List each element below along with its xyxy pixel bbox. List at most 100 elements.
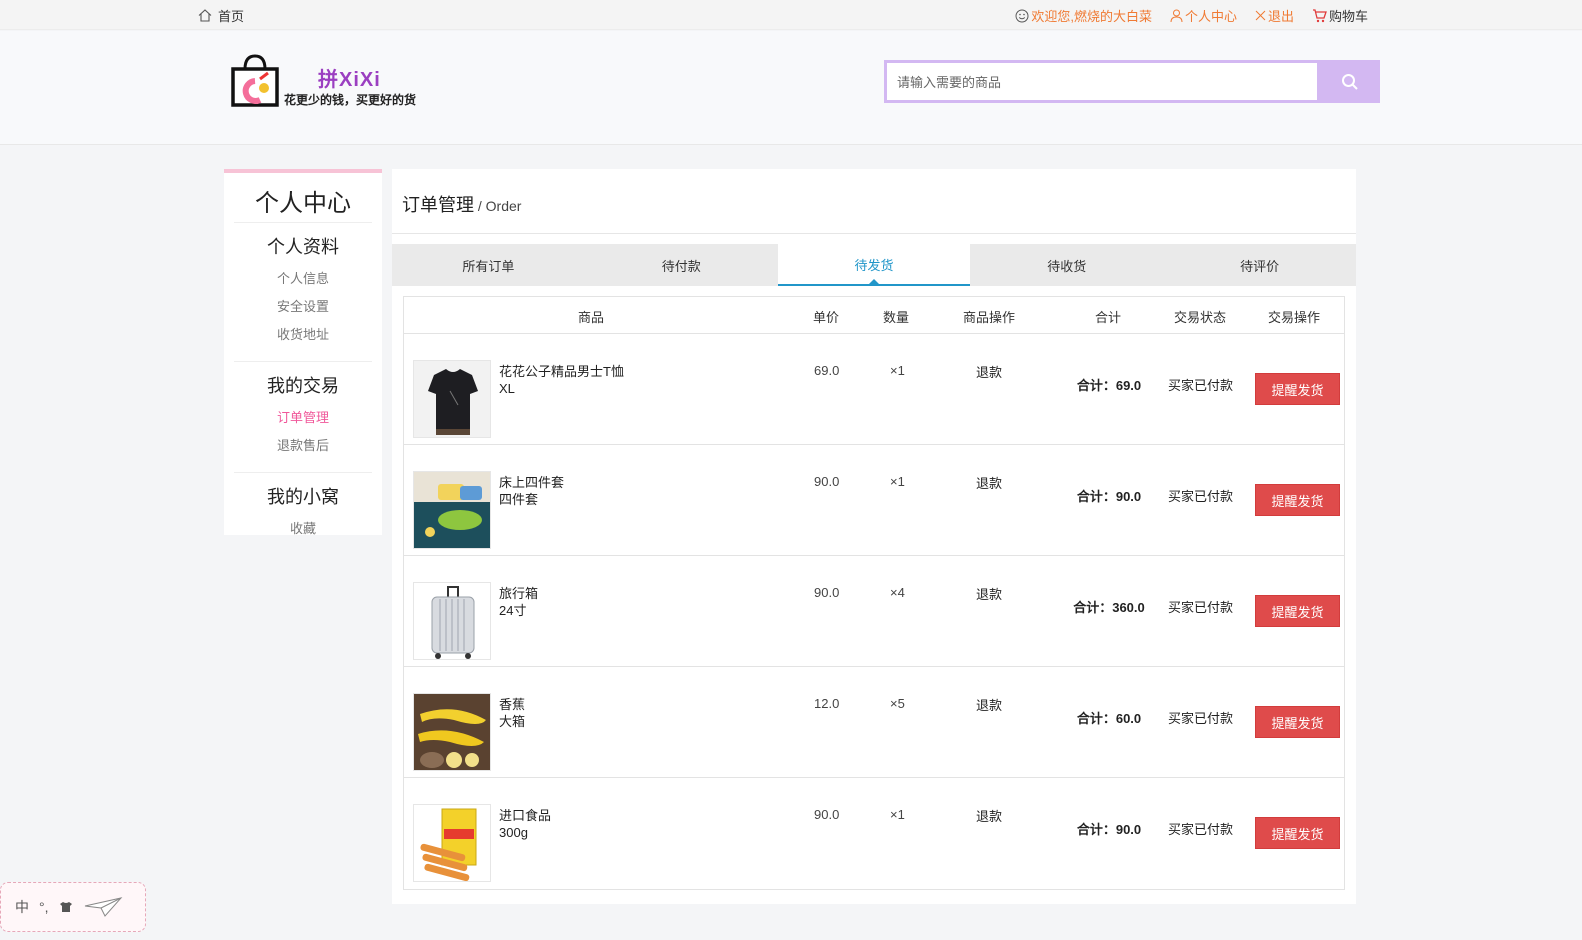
- order-status: 买家已付款: [1168, 378, 1234, 393]
- order-total: 合计：360.0: [1073, 600, 1145, 615]
- logout-link[interactable]: 退出: [1255, 6, 1294, 25]
- ime-mode[interactable]: 中: [15, 897, 29, 917]
- sidebar-item-orders[interactable]: 订单管理: [234, 404, 372, 432]
- order-status: 买家已付款: [1168, 489, 1234, 504]
- remind-shipment-button[interactable]: 提醒发货: [1255, 595, 1340, 627]
- ime-punct[interactable]: °,: [39, 899, 49, 915]
- sidebar-group-profile: 个人资料 个人信息 安全设置 收货地址: [234, 223, 372, 362]
- tab-label: 待发货: [854, 257, 894, 273]
- col-goods: 商品: [578, 310, 605, 325]
- quantity: ×4: [890, 585, 905, 600]
- remind-shipment-button[interactable]: 提醒发货: [1255, 817, 1340, 849]
- paper-plane-icon: [83, 894, 123, 920]
- sidebar-group-nest: 我的小窝 收藏: [234, 473, 372, 555]
- search-input[interactable]: 请输入需要的商品: [884, 60, 1320, 103]
- table-row: 香蕉 大箱 12.0 ×5 退款 合计：60.0 买家已付款 提醒发货: [404, 667, 1344, 778]
- tab-all-orders[interactable]: 所有订单: [392, 244, 585, 286]
- sidebar-item-refunds[interactable]: 退款售后: [234, 432, 372, 460]
- quantity: ×1: [890, 363, 905, 378]
- cart-label: 购物车: [1328, 9, 1368, 24]
- home-icon: [198, 9, 212, 22]
- page-title: 订单管理: [402, 195, 474, 215]
- unit-price: 90.0: [814, 585, 840, 600]
- site-header: 拼XiXi 花更少的钱，买更好的货 请输入需要的商品: [0, 31, 1582, 145]
- close-icon: [1255, 10, 1266, 21]
- product-name[interactable]: 旅行箱 24寸: [499, 585, 538, 619]
- sidebar-heading: 个人资料: [267, 237, 339, 257]
- col-unit-price: 单价: [813, 310, 840, 325]
- product-name[interactable]: 床上四件套 四件套: [499, 474, 564, 508]
- tab-pending-payment[interactable]: 待付款: [585, 244, 778, 286]
- order-tabs: 所有订单 待付款 待发货 待收货 待评价: [392, 244, 1356, 286]
- cart-link[interactable]: 购物车: [1312, 6, 1368, 25]
- remind-shipment-button[interactable]: 提醒发货: [1255, 706, 1340, 738]
- search-icon: [1341, 73, 1359, 91]
- main-panel: 订单管理 / Order 所有订单 待付款 待发货 待收货 待评价 商品 单价 …: [392, 169, 1356, 904]
- active-tab-caret-icon: [868, 279, 879, 284]
- order-total: 合计：90.0: [1076, 489, 1142, 504]
- refund-link[interactable]: 退款: [976, 473, 1002, 492]
- sidebar-item-favorites[interactable]: 收藏: [234, 515, 372, 543]
- orders-table: 商品 单价 数量 商品操作 合计 交易状态 交易操作 花花公子精品男士T恤 XL …: [403, 296, 1345, 890]
- product-thumbnail[interactable]: [413, 360, 491, 438]
- table-header: 商品 单价 数量 商品操作 合计 交易状态 交易操作: [404, 297, 1344, 334]
- personal-center-label: 个人中心: [1184, 9, 1237, 24]
- refund-link[interactable]: 退款: [976, 584, 1002, 603]
- personal-center-link[interactable]: 个人中心: [1170, 6, 1237, 25]
- product-name[interactable]: 花花公子精品男士T恤 XL: [499, 363, 624, 397]
- home-link[interactable]: 首页: [198, 6, 244, 25]
- sidebar-item-address[interactable]: 收货地址: [234, 321, 372, 349]
- user-icon: [1170, 9, 1183, 23]
- product-thumbnail[interactable]: [413, 471, 491, 549]
- sidebar-item-security[interactable]: 安全设置: [234, 293, 372, 321]
- order-total: 合计：90.0: [1076, 822, 1142, 837]
- sidebar-group-trade: 我的交易 订单管理 退款售后: [234, 362, 372, 473]
- divider: [392, 233, 1356, 234]
- search-button[interactable]: [1320, 60, 1380, 103]
- unit-price: 90.0: [814, 807, 840, 822]
- tab-label: 待付款: [661, 258, 701, 274]
- sidebar-title: 个人中心: [234, 173, 372, 223]
- breadcrumb: 订单管理 / Order: [402, 191, 521, 217]
- logout-label: 退出: [1267, 9, 1294, 24]
- shopping-bag-logo-icon: [231, 54, 279, 107]
- sidebar-heading: 我的小窝: [267, 487, 339, 507]
- product-name[interactable]: 香蕉 大箱: [499, 696, 525, 730]
- smile-icon: [1015, 9, 1029, 23]
- col-goods-op: 商品操作: [963, 310, 1016, 325]
- sidebar-heading: 我的交易: [267, 376, 339, 396]
- site-logo[interactable]: 拼XiXi 花更少的钱，买更好的货: [230, 53, 416, 111]
- sidebar-item-personal-info[interactable]: 个人信息: [234, 265, 372, 293]
- welcome-label: 欢迎您,燃烧的大白菜: [1031, 9, 1152, 24]
- tab-pending-review[interactable]: 待评价: [1163, 244, 1356, 286]
- banana-image: [414, 694, 490, 770]
- page-subtitle: / Order: [474, 198, 522, 214]
- sidebar: 个人中心 个人资料 个人信息 安全设置 收货地址 我的交易 订单管理 退款售后 …: [224, 169, 382, 536]
- refund-link[interactable]: 退款: [976, 695, 1002, 714]
- col-total: 合计: [1095, 310, 1122, 325]
- ime-toolbar[interactable]: 中 °,: [0, 882, 146, 932]
- cart-icon: [1312, 8, 1327, 23]
- brand-slogan: 花更少的钱，买更好的货: [284, 93, 417, 107]
- order-total: 合计：60.0: [1076, 711, 1142, 726]
- product-name[interactable]: 进口食品 300g: [499, 807, 551, 841]
- product-thumbnail[interactable]: [413, 582, 491, 660]
- skin-icon[interactable]: [59, 901, 73, 913]
- order-total: 合计：69.0: [1076, 378, 1142, 393]
- refund-link[interactable]: 退款: [976, 806, 1002, 825]
- table-row: 进口食品 300g 90.0 ×1 退款 合计：90.0 买家已付款 提醒发货: [404, 778, 1344, 889]
- product-thumbnail[interactable]: [413, 693, 491, 771]
- remind-shipment-button[interactable]: 提醒发货: [1255, 373, 1340, 405]
- order-status: 买家已付款: [1168, 822, 1234, 837]
- product-thumbnail[interactable]: [413, 804, 491, 882]
- refund-link[interactable]: 退款: [976, 362, 1002, 381]
- quantity: ×1: [890, 474, 905, 489]
- remind-shipment-button[interactable]: 提醒发货: [1255, 484, 1340, 516]
- order-status: 买家已付款: [1168, 600, 1234, 615]
- col-trade-op: 交易操作: [1268, 310, 1321, 325]
- col-quantity: 数量: [883, 310, 910, 325]
- tab-pending-shipment[interactable]: 待发货: [777, 244, 971, 286]
- tab-pending-receipt[interactable]: 待收货: [970, 244, 1163, 286]
- tab-label: 待评价: [1240, 258, 1280, 274]
- tab-label: 所有订单: [462, 258, 515, 274]
